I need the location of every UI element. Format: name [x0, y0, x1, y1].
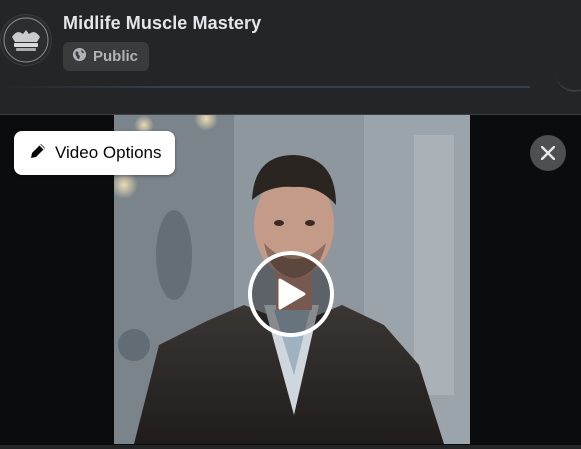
video-viewer: Video Options	[0, 114, 581, 445]
close-button[interactable]	[530, 135, 566, 171]
divider	[0, 86, 530, 88]
play-icon	[278, 278, 306, 310]
globe-icon	[72, 47, 87, 66]
play-button[interactable]	[248, 251, 334, 337]
corner-divider	[555, 70, 581, 92]
video-options-label: Video Options	[55, 143, 162, 162]
page-avatar[interactable]	[0, 14, 52, 66]
privacy-badge[interactable]: Public	[63, 42, 150, 71]
pencil-icon	[29, 142, 47, 165]
post-header: Midlife Muscle Mastery Public	[0, 0, 581, 92]
page-name[interactable]: Midlife Muscle Mastery	[63, 13, 261, 34]
privacy-label: Public	[93, 48, 139, 65]
avatar-logo-icon	[3, 17, 49, 63]
video-options-button[interactable]: Video Options	[14, 131, 176, 175]
close-icon	[541, 146, 555, 160]
